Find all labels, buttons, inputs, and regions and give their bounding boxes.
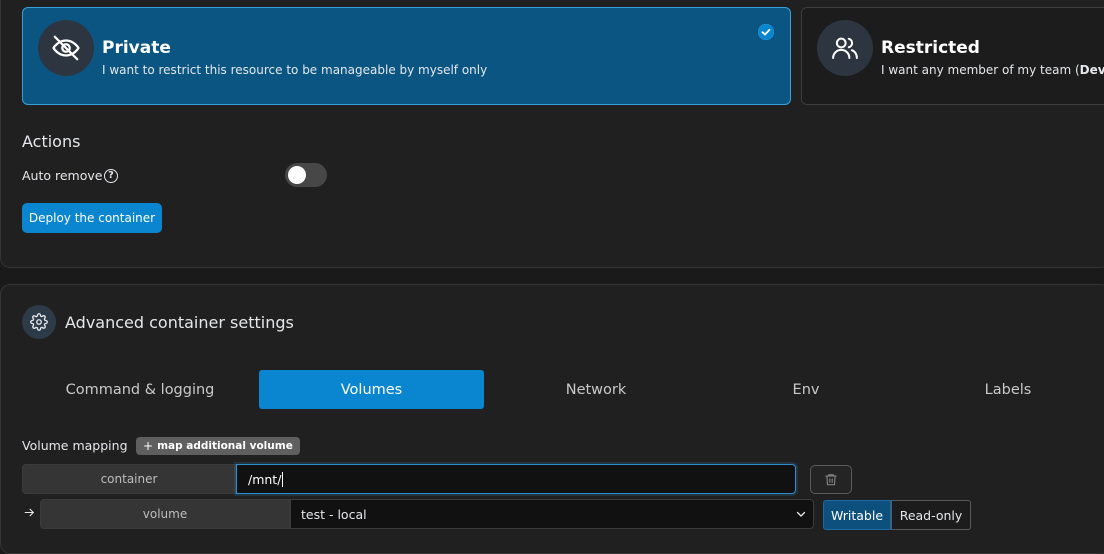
remove-volume-button[interactable] [810,465,852,494]
users-icon [817,20,873,76]
container-path-input[interactable]: /mnt/ [236,464,796,494]
auto-remove-toggle[interactable] [285,163,327,187]
check-icon [758,24,774,40]
auto-remove-label: Auto remove [22,168,103,183]
volume-mapping-label: Volume mapping [22,438,128,453]
plus-icon: + [143,439,154,453]
restricted-access-card[interactable]: Restricted I want any member of my team … [801,7,1104,105]
deploy-container-button[interactable]: Deploy the container [22,203,162,233]
container-path-value: /mnt/ [248,471,282,487]
chevron-down-icon [795,508,807,523]
writable-toggle[interactable]: Writable [823,500,891,530]
private-title: Private [102,38,171,58]
tab-network[interactable]: Network [496,370,696,409]
volume-select-value: test - local [301,506,367,522]
actions-heading: Actions [22,132,81,151]
arrow-right-icon [23,504,36,523]
read-only-toggle[interactable]: Read-only [891,500,971,530]
help-icon[interactable]: ? [104,169,118,183]
map-additional-volume-label: map additional volume [157,440,293,452]
private-description: I want to restrict this resource to be m… [102,63,488,77]
trash-icon [824,472,838,487]
volume-select[interactable]: test - local [290,499,814,529]
tab-env[interactable]: Env [706,370,906,409]
restricted-description: I want any member of my team (Develo [881,63,1104,77]
gear-icon [22,305,56,339]
volume-addon: volume [40,499,290,529]
tab-volumes[interactable]: Volumes [259,370,484,409]
private-access-card[interactable]: Private I want to restrict this resource… [22,7,791,105]
text-cursor [282,471,284,487]
map-additional-volume-button[interactable]: + map additional volume [136,437,300,455]
advanced-settings-title: Advanced container settings [65,313,294,332]
toggle-knob [288,166,306,184]
eye-off-icon [38,20,94,76]
restricted-title: Restricted [881,38,980,58]
tab-labels[interactable]: Labels [910,370,1104,409]
container-addon: container [22,464,236,494]
tab-command-logging[interactable]: Command & logging [30,370,250,409]
